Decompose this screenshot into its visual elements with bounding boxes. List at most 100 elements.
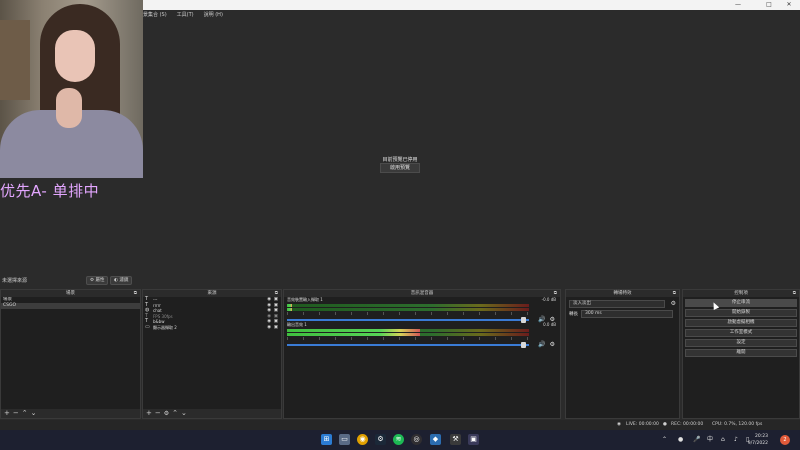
move-down-icon[interactable]: ⌄ [31, 409, 37, 418]
microphone-icon[interactable]: 🎤 [693, 433, 700, 447]
live-status: LIVE: 00:00:00 [626, 422, 659, 427]
volume-slider-handle[interactable] [521, 342, 527, 348]
source-label: chat [153, 308, 162, 313]
volume-meter [287, 333, 529, 336]
channel-controls: 🔊 ⚙ [538, 341, 555, 348]
scenes-footer: + − ⌃ ⌄ [1, 409, 140, 418]
ime-indicator[interactable]: 中 [707, 433, 713, 447]
menu-help[interactable]: 說明 (H) [204, 11, 223, 18]
rec-status: REC: 00:00:00 [671, 422, 704, 427]
status-bar: ◉ LIVE: 00:00:00 ● REC: 00:00:00 CPU: 0.… [0, 420, 800, 430]
obs-icon[interactable]: ◎ [411, 434, 422, 445]
chrome-icon[interactable]: ◉ [357, 434, 368, 445]
network-icon[interactable]: ⌂ [721, 433, 725, 447]
app-icon-blue[interactable]: ◆ [430, 434, 441, 445]
source-settings-gear-icon[interactable]: ⚙ [164, 409, 169, 418]
volume-slider[interactable] [287, 317, 529, 323]
source-label: rrrrr [153, 302, 161, 308]
speaker-icon[interactable]: 🔊 [538, 341, 545, 348]
transitions-title: 轉場特效 [613, 291, 632, 296]
move-up-icon[interactable]: ⌃ [22, 409, 28, 418]
volume-slider[interactable] [287, 342, 529, 348]
stream-overlay-text: 优先A- 单排中 [0, 182, 100, 200]
gear-icon[interactable]: ⚙ [550, 341, 555, 348]
file-explorer-icon[interactable]: ▭ [339, 434, 350, 445]
controls-dock-header: 控制項 ⧉ [683, 290, 799, 297]
transitions-dock: 轉場特效 ⧉ 淡入淡出 ⚙ 轉長 300 ms [565, 289, 680, 419]
windows-taskbar: ⊞ ▭ ◉ ⚙ ≋ ◎ ◆ ⚒ ▣ ⌃ ● 🎤 中 ⌂ ♪ ▯ 20:23 9/… [0, 430, 800, 450]
webcam-person-face [55, 30, 95, 82]
sources-footer: + − ⚙ ⌃ ⌄ [143, 409, 281, 418]
menu-bar: 景集合 (S) 工具(T) 說明 (H) [143, 11, 223, 18]
app-icon-tool[interactable]: ⚒ [450, 434, 461, 445]
volume-icon[interactable]: ♪ [734, 433, 738, 447]
scenes-dock: 場景 ⧉ 場景 CSGO + − ⌃ ⌄ [0, 289, 141, 419]
mixer-channel: 音效裝置輸入擷取 1 -0.0 dB 🔊 ⚙ [284, 297, 560, 323]
meter-level [287, 329, 421, 332]
channel-name: 輸出音效 1 [287, 322, 307, 327]
meter-level [287, 304, 292, 307]
steam-icon[interactable]: ⚙ [375, 434, 386, 445]
source-label: --- [153, 297, 158, 302]
preview-disabled-message: 目前預覽已停用 [382, 157, 418, 163]
remove-source-icon[interactable]: − [155, 409, 161, 418]
start-recording-button[interactable]: 開始錄製 [685, 309, 797, 317]
lock-icon[interactable]: ▣ [274, 325, 278, 331]
windows-start-icon[interactable]: ⊞ [321, 434, 332, 445]
move-down-icon[interactable]: ⌄ [181, 409, 187, 418]
dock-float-icon[interactable]: ⧉ [793, 290, 796, 297]
close-button[interactable]: ✕ [784, 1, 794, 9]
mixer-title: 音訊混音器 [410, 291, 434, 296]
volume-meter [287, 308, 529, 311]
dock-float-icon[interactable]: ⧉ [554, 290, 557, 297]
channel-name: 音效裝置輸入擷取 1 [287, 297, 323, 302]
minimize-button[interactable]: — [733, 1, 743, 9]
dock-float-icon[interactable]: ⧉ [134, 290, 137, 297]
add-source-icon[interactable]: + [146, 409, 152, 418]
webcam-person-hand [56, 88, 82, 128]
maximize-button[interactable]: □ [764, 1, 774, 9]
studio-mode-button[interactable]: 工作室模式 [685, 329, 797, 337]
dock-float-icon[interactable]: ⧉ [673, 290, 676, 297]
source-item[interactable]: ▭ 顯示器擷取 2 ◉ ▣ [143, 324, 281, 331]
transition-settings-gear-icon[interactable]: ⚙ [671, 300, 676, 307]
enable-preview-button[interactable]: 啟用預覽 [380, 163, 420, 173]
tray-app-icon[interactable]: ● [678, 433, 683, 447]
channel-db: 0.0 dB [543, 322, 556, 327]
scene-item-selected[interactable]: CSGO [1, 303, 140, 309]
source-list: T --- ◉ ▣ Trrrrr ◉ ▣ ◍ chat ◉ ▣ T FPS 30fps ◉ ▣ Tb&bw ◉ ▣… [143, 296, 281, 331]
exit-button[interactable]: 離開 [685, 349, 797, 357]
mixer-channel-list: 音效裝置輸入擷取 1 -0.0 dB 🔊 ⚙ 輸出音效 1 0.0 dB 🔊 ⚙ [284, 297, 560, 348]
scenes-title: 場景 [66, 291, 75, 296]
dock-float-icon[interactable]: ⧉ [275, 290, 278, 297]
webcam-wall-panel [0, 20, 30, 100]
duration-input[interactable]: 300 ms [581, 310, 673, 318]
meter-ticks [287, 312, 529, 315]
add-scene-icon[interactable]: + [4, 409, 10, 418]
scenes-dock-header: 場景 ⧉ [1, 290, 140, 297]
menu-scene-collection[interactable]: 景集合 (S) [143, 11, 167, 18]
stop-streaming-button[interactable]: 停止串流 [685, 299, 797, 307]
no-source-selected-label: 未選擇來源 [2, 278, 28, 284]
move-up-icon[interactable]: ⌃ [172, 409, 178, 418]
tray-chevron-icon[interactable]: ⌃ [662, 433, 667, 447]
remove-scene-icon[interactable]: − [13, 409, 19, 418]
meter-level [287, 308, 292, 311]
clock-time: 20:23 [755, 434, 768, 439]
visibility-eye-icon[interactable]: ◉ [267, 325, 271, 331]
cpu-status: CPU: 0.7%, 120.00 fps [712, 422, 763, 427]
taskbar-clock[interactable]: 20:23 9/7/2022 [748, 433, 768, 447]
source-label: FPS 30fps [153, 313, 173, 319]
volume-meter [287, 304, 529, 307]
rec-indicator-icon: ● [663, 422, 667, 427]
app-icon-media[interactable]: ▣ [468, 434, 479, 445]
start-virtual-camera-button[interactable]: 啟動虛擬相機 [685, 319, 797, 327]
filters-button[interactable]: ◐ 濾鏡 [110, 276, 133, 285]
transition-select[interactable]: 淡入淡出 [569, 300, 665, 308]
menu-tools[interactable]: 工具(T) [177, 11, 194, 18]
notification-badge[interactable]: 2 [780, 435, 790, 445]
settings-button[interactable]: 設定 [685, 339, 797, 347]
properties-button[interactable]: ⚙ 屬性 [86, 276, 109, 285]
transitions-dock-header: 轉場特效 ⧉ [566, 290, 679, 297]
spotify-icon[interactable]: ≋ [393, 434, 404, 445]
